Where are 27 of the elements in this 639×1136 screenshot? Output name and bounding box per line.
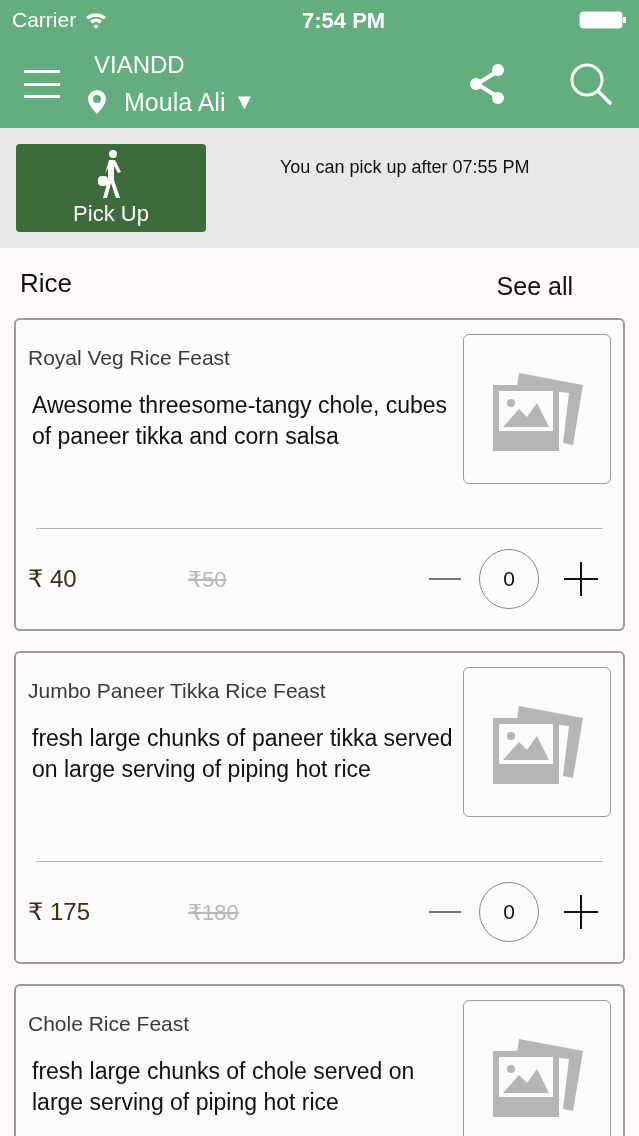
search-icon [569,62,613,106]
item-name: Royal Veg Rice Feast [28,345,231,371]
section-title: Rice [20,266,72,300]
item-price: ₹ 175 [28,897,91,927]
app-title: VIANDD [94,51,186,79]
status-time: 7:54 PM [302,6,386,35]
menu-button[interactable] [24,68,60,100]
see-all-link[interactable]: See all [496,268,573,306]
plus-icon [564,895,598,929]
wifi-icon [84,11,109,29]
item-name: Jumbo Paneer Tikka Rice Feast [28,678,327,704]
item-description: fresh large chunks of chole served on large serving of piping hot rice [31,1056,416,1117]
plus-icon [564,562,598,596]
location-pin-icon [88,90,106,114]
pick-up-button[interactable]: Pick Up [16,144,206,232]
pickup-time-note: You can pick up after 07:55 PM [280,156,530,179]
minus-icon [429,578,461,580]
item-description: Awesome threesome-tangy chole, cubes of paneer tikka and corn salsa [31,390,449,451]
minus-icon [429,911,461,913]
item-description: fresh large chunks of paneer tikka served on large serving of piping hot rice [31,723,454,784]
share-icon [469,63,505,105]
item-name: Chole Rice Feast [28,1011,191,1037]
original-price: ₹180 [188,898,239,927]
carrier-label: Carrier [12,7,77,34]
battery-icon [579,10,627,30]
original-price: ₹50 [188,565,227,594]
item-price: ₹ 40 [28,564,78,594]
